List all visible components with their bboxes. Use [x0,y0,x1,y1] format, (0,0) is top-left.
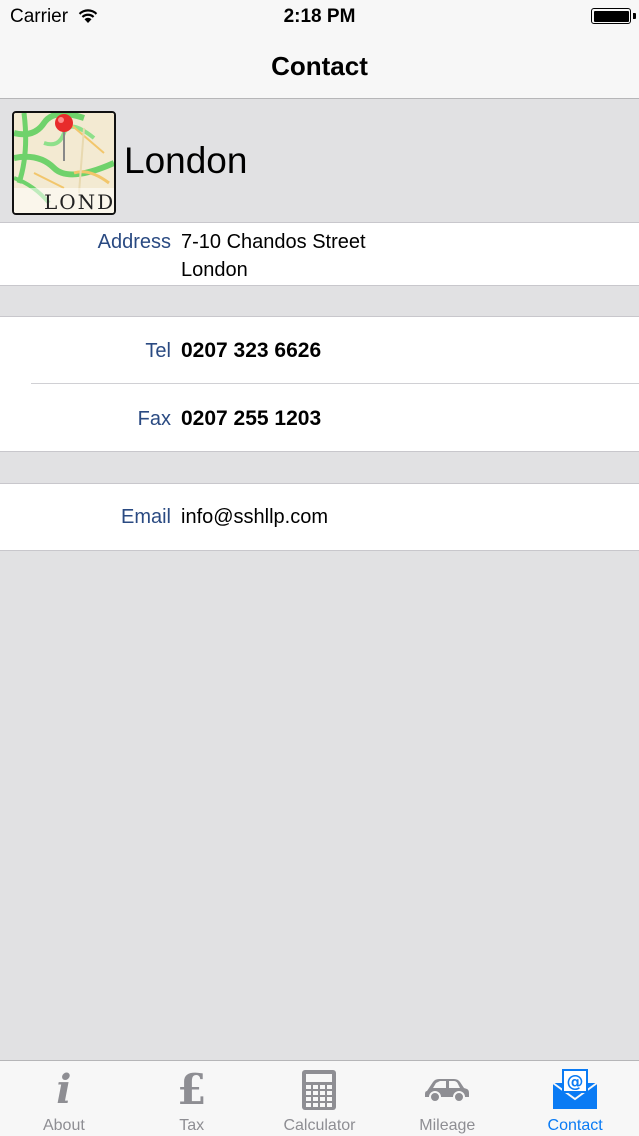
clock: 2:18 PM [283,6,356,27]
fax-label: Fax [137,408,171,430]
tab-bar: i About £ Tax Calculator Mileage @ Conta… [0,1060,639,1136]
tab-label-tax: Tax [179,1117,205,1134]
address-section: Address 7-10 Chandos Street London [0,222,639,286]
tab-mileage[interactable]: Mileage [383,1061,511,1136]
battery-icon [591,8,631,24]
car-icon [425,1079,470,1103]
email-section: Email info@sshllp.com [0,483,639,551]
fax-value[interactable]: 0207 255 1203 [181,407,321,431]
status-bar: Carrier 2:18 PM [0,0,639,34]
battery-tip [633,13,636,19]
tab-label-mileage: Mileage [419,1117,476,1134]
address-line-2: London [181,259,248,281]
tab-label-about: About [42,1117,85,1134]
address-line-1: 7-10 Chandos Street [181,231,366,253]
svg-text:@: @ [567,1072,584,1092]
tel-row[interactable]: Tel 0207 323 6626 [0,317,639,384]
tel-label: Tel [145,340,171,362]
nav-bar: Contact [0,34,639,99]
email-icon: @ [552,1069,598,1109]
phone-section: Tel 0207 323 6626 Fax 0207 255 1203 [0,316,639,452]
tab-tax[interactable]: £ Tax [128,1061,256,1136]
tab-label-contact: Contact [547,1117,603,1134]
page-title: Contact [271,51,368,81]
address-label: Address [97,231,171,253]
email-value[interactable]: info@sshllp.com [181,506,328,529]
email-label: Email [120,506,171,528]
tab-about[interactable]: i About [0,1061,128,1136]
map-thumbnail[interactable]: LONDO [12,111,116,215]
fax-row[interactable]: Fax 0207 255 1203 [0,384,639,451]
office-name: London [124,140,248,181]
tab-contact[interactable]: @ Contact [511,1061,639,1136]
pound-icon: £ [177,1065,207,1114]
tab-calculator[interactable]: Calculator [256,1061,384,1136]
address-row[interactable]: Address 7-10 Chandos Street London [0,223,639,285]
office-header: LONDO London [0,100,639,222]
map-label: LONDO [44,190,116,214]
email-row[interactable]: Email info@sshllp.com [0,484,639,550]
tab-label-calculator: Calculator [283,1117,356,1134]
calculator-icon [302,1070,337,1110]
tel-value[interactable]: 0207 323 6626 [181,339,321,363]
info-icon: i [56,1066,72,1113]
